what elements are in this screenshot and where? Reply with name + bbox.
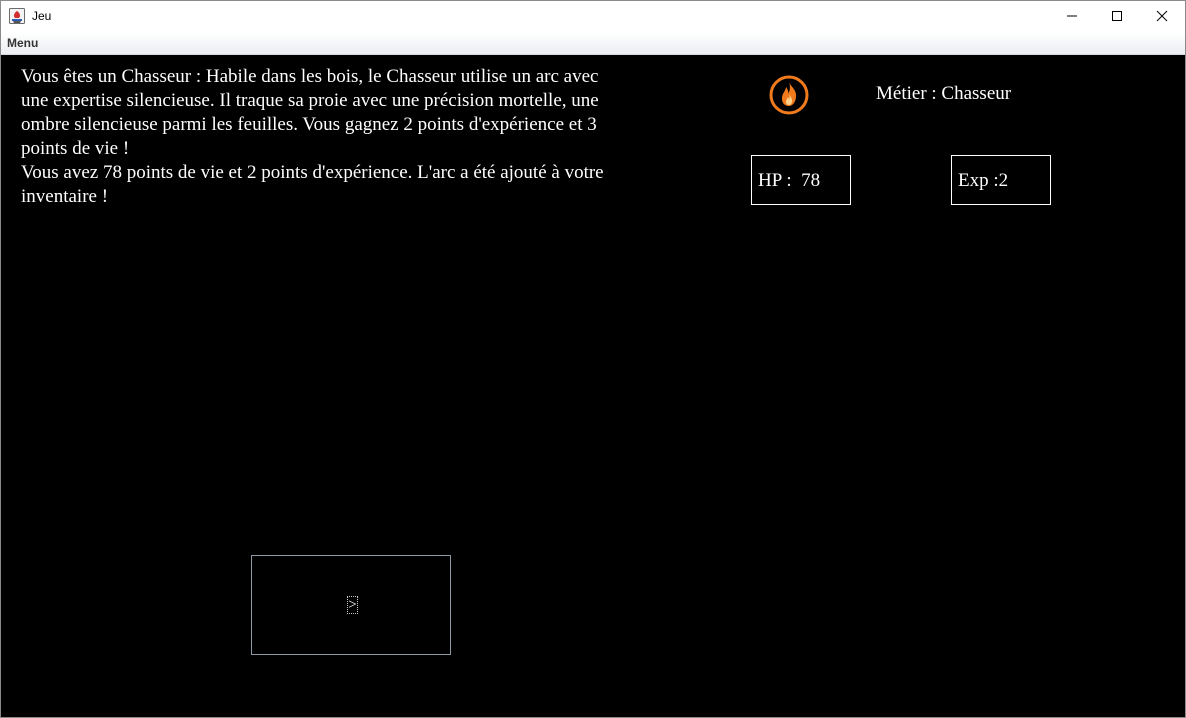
game-window: Jeu Menu Vous êtes un Chasseur : Habile … [0, 0, 1186, 718]
narrative-paragraph-1: Vous êtes un Chasseur : Habile dans les … [21, 66, 599, 159]
title-bar[interactable]: Jeu [1, 1, 1185, 32]
close-button[interactable] [1139, 1, 1184, 31]
hp-value: HP : 78 [758, 170, 821, 191]
job-label: Métier : Chasseur [876, 83, 1012, 104]
game-panel: Vous êtes un Chasseur : Habile dans les … [1, 55, 1185, 717]
continue-button-label: > [347, 596, 358, 614]
exp-value: Exp :2 [958, 170, 1009, 191]
window-title: Jeu [32, 9, 52, 23]
menu-item-menu[interactable]: Menu [7, 36, 38, 50]
java-app-icon [9, 8, 25, 24]
minimize-icon [1066, 15, 1077, 17]
maximize-icon [1111, 11, 1122, 21]
exp-box: Exp :2 [951, 155, 1051, 205]
close-icon [1156, 10, 1167, 22]
minimize-button[interactable] [1049, 1, 1094, 31]
hp-box: HP : 78 [751, 155, 851, 205]
maximize-button[interactable] [1094, 1, 1139, 31]
narrative-paragraph-2: Vous avez 78 points de vie et 2 points d… [21, 162, 604, 207]
continue-button[interactable]: > [251, 555, 451, 655]
fire-icon [769, 75, 809, 115]
menu-bar: Menu [1, 32, 1185, 55]
narrative-text: Vous êtes un Chasseur : Habile dans les … [21, 65, 621, 209]
